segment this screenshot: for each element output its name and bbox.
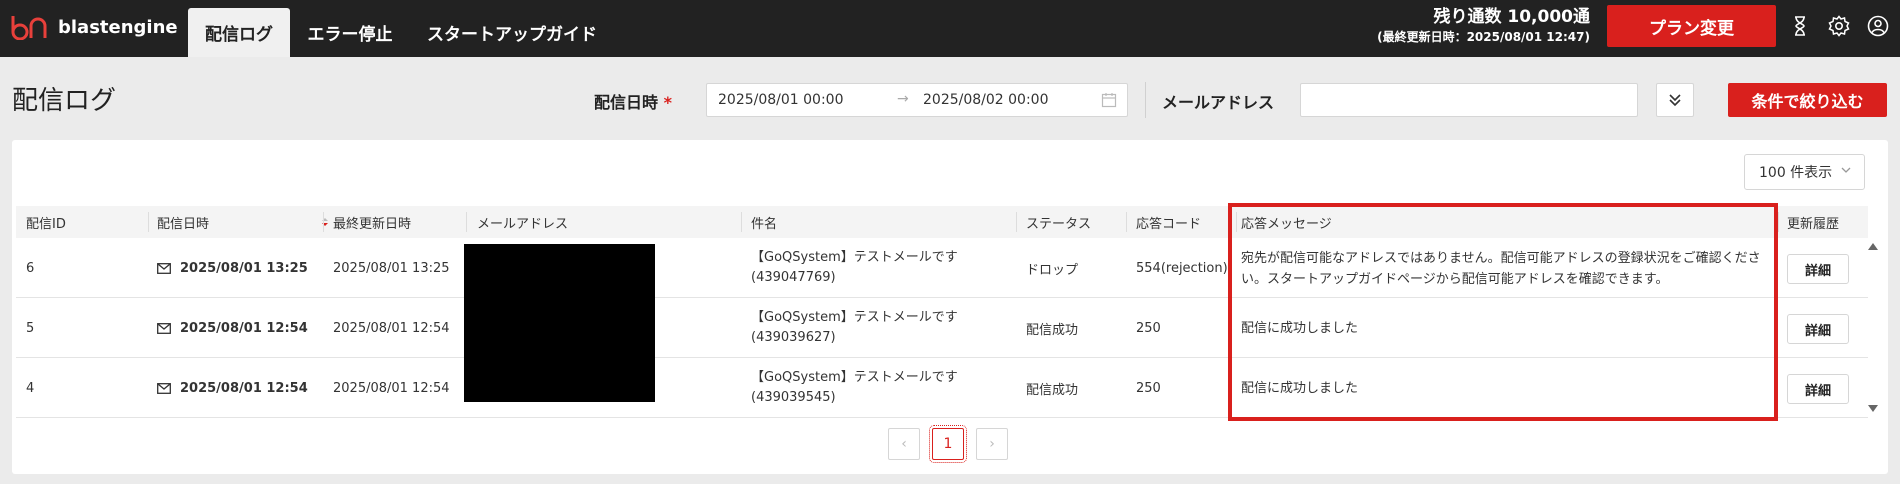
calendar-icon[interactable] — [1101, 92, 1117, 108]
date-range-arrow: → — [897, 91, 909, 107]
prev-page-button[interactable]: ‹ — [888, 428, 920, 460]
subject-id: (439039545) — [751, 390, 836, 405]
col-email: メールアドレス — [477, 216, 569, 232]
mail-icon — [157, 322, 171, 334]
response-code: 250 — [1136, 380, 1161, 396]
col-id: 配信ID — [26, 216, 66, 232]
col-response-code: 応答コード — [1136, 216, 1202, 232]
date-filter-label: 配信日時 * — [594, 89, 672, 113]
response-code: 250 — [1136, 320, 1161, 336]
col-history: 更新履歴 — [1787, 216, 1840, 232]
col-updated-at: 最終更新日時 — [333, 216, 412, 232]
delivery-id: 6 — [26, 260, 35, 276]
detail-button[interactable]: 詳細 — [1787, 254, 1849, 284]
sent-at-cell: 2025/08/01 12:54 — [157, 358, 308, 418]
chevron-down-icon — [1840, 164, 1852, 180]
page-title: 配信ログ — [12, 86, 117, 116]
mail-icon — [157, 382, 171, 394]
subject: 【GoQSystem】テストメールです (439039545) — [751, 358, 958, 418]
brand-logo[interactable]: blastengine — [10, 14, 178, 40]
column-divider — [1778, 212, 1779, 232]
scroll-down-icon[interactable] — [1867, 404, 1879, 414]
sent-at-cell: 2025/08/01 12:54 — [157, 298, 308, 358]
tab-delivery-log[interactable]: 配信ログ — [188, 8, 290, 57]
logo-mark-icon — [11, 16, 47, 40]
app-header: blastengine 配信ログ エラー停止 スタートアップガイド 残り通数 1… — [0, 0, 1900, 57]
sent-at: 2025/08/01 12:54 — [180, 320, 308, 336]
sort-icon[interactable] — [320, 216, 330, 228]
date-to-value[interactable]: 2025/08/02 00:00 — [923, 92, 1049, 108]
subject-text: 【GoQSystem】テストメールです — [751, 250, 958, 265]
plan-change-button[interactable]: プラン変更 — [1607, 5, 1776, 47]
delivery-id: 5 — [26, 320, 35, 336]
settings-icon[interactable] — [1827, 14, 1851, 38]
filter-divider — [1145, 82, 1146, 118]
subject-text: 【GoQSystem】テストメールです — [751, 370, 958, 385]
delivery-id: 4 — [26, 380, 35, 396]
col-subject: 件名 — [751, 216, 778, 232]
apply-filter-button[interactable]: 条件で絞り込む — [1728, 83, 1887, 117]
column-divider — [1126, 212, 1127, 232]
required-mark: * — [663, 93, 672, 112]
status: 配信成功 — [1026, 382, 1079, 398]
per-page-select[interactable]: 100 件表示 — [1744, 154, 1865, 190]
highlight-box — [1228, 203, 1778, 421]
sent-at: 2025/08/01 13:25 — [180, 260, 308, 276]
remaining-value: 10,000通 — [1507, 7, 1590, 27]
scroll-up-icon[interactable] — [1867, 241, 1879, 251]
user-icon[interactable] — [1866, 14, 1890, 38]
sent-at-cell: 2025/08/01 13:25 — [157, 238, 308, 298]
detail-button[interactable]: 詳細 — [1787, 314, 1849, 344]
last-updated: (最終更新日時：2025/08/01 12:47) — [1377, 30, 1590, 44]
brand-name: blastengine — [58, 16, 178, 38]
tab-error-stop[interactable]: エラー停止 — [302, 8, 398, 57]
date-range-picker[interactable]: 2025/08/01 00:00 → 2025/08/02 00:00 — [706, 83, 1128, 117]
detail-button[interactable]: 詳細 — [1787, 374, 1849, 404]
sent-at: 2025/08/01 12:54 — [180, 380, 308, 396]
column-divider — [741, 212, 742, 232]
updated-at: 2025/08/01 13:25 — [333, 260, 450, 276]
subject-id: (439039627) — [751, 330, 836, 345]
col-sent-at[interactable]: 配信日時 — [157, 206, 209, 238]
column-divider — [323, 212, 324, 232]
updated-at: 2025/08/01 12:54 — [333, 380, 450, 396]
response-code: 554(rejection) — [1136, 260, 1228, 276]
expand-filters-button[interactable] — [1656, 83, 1694, 117]
updated-at: 2025/08/01 12:54 — [333, 320, 450, 336]
subject-id: (439047769) — [751, 270, 836, 285]
next-page-button[interactable]: › — [976, 428, 1008, 460]
page-1-button[interactable]: 1 — [929, 425, 967, 463]
status: ドロップ — [1026, 262, 1079, 278]
subject: 【GoQSystem】テストメールです (439047769) — [751, 238, 958, 298]
double-chevron-down-icon — [1669, 94, 1681, 107]
column-divider — [148, 212, 149, 232]
date-label-text: 配信日時 — [594, 93, 659, 112]
mail-icon — [157, 262, 171, 274]
hourglass-icon[interactable] — [1788, 14, 1812, 38]
date-from-value[interactable]: 2025/08/01 00:00 — [718, 92, 844, 108]
subject-text: 【GoQSystem】テストメールです — [751, 310, 958, 325]
per-page-label: 100 件表示 — [1759, 165, 1833, 181]
email-filter-label: メールアドレス — [1162, 93, 1275, 112]
status: 配信成功 — [1026, 322, 1079, 338]
email-field[interactable] — [1300, 83, 1638, 117]
column-divider — [1016, 212, 1017, 232]
remaining-label: 残り通数 — [1433, 7, 1502, 27]
col-status: ステータス — [1026, 216, 1092, 232]
column-divider — [466, 212, 467, 232]
redacted-email-block — [464, 244, 655, 402]
remaining-count: 残り通数 10,000通 (最終更新日時：2025/08/01 12:47) — [1377, 6, 1590, 46]
subject: 【GoQSystem】テストメールです (439039627) — [751, 298, 958, 358]
tab-startup-guide[interactable]: スタートアップガイド — [420, 8, 604, 57]
